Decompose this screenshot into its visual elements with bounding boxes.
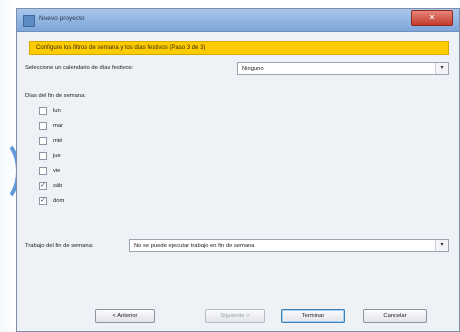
cancel-button[interactable]: Cancelar (363, 309, 427, 323)
step-banner: Configure los filtros de semana y los dí… (29, 41, 449, 55)
weekend-day-checkbox[interactable] (39, 122, 47, 130)
weekend-day-checkbox[interactable]: ✓ (39, 182, 47, 190)
chevron-down-icon: ▾ (435, 240, 448, 251)
title-bar[interactable]: Nuevo proyecto ✕ (17, 9, 459, 32)
weekend-day-label: jue (53, 153, 61, 159)
chevron-down-icon: ▾ (435, 63, 448, 74)
app-icon (23, 15, 35, 27)
weekend-day-checkbox[interactable] (39, 167, 47, 175)
finish-button[interactable]: Terminar (281, 309, 345, 323)
weekend-day-label: sáb (53, 183, 63, 189)
back-button[interactable]: < Anterior (95, 309, 155, 323)
next-button[interactable]: Siguiente > (205, 309, 265, 323)
new-project-dialog: Nuevo proyecto ✕ Configure los filtros d… (16, 8, 460, 332)
weekend-day-label: vie (53, 168, 61, 174)
weekend-day-label: dom (53, 198, 65, 204)
weekend-day-label: lun (53, 108, 61, 114)
weekend-day-label: mar (53, 123, 63, 129)
weekend-work-select[interactable]: No se puede ejecutar trabajo en fin de s… (129, 239, 449, 252)
close-button[interactable]: ✕ (411, 10, 453, 26)
weekend-work-label: Trabajo del fin de semana: (25, 243, 94, 249)
weekend-day-checkbox[interactable] (39, 107, 47, 115)
window-title: Nuevo proyecto (39, 15, 85, 22)
weekend-days-heading: Días del fin de semana: (25, 93, 86, 99)
calendar-label: Seleccione un calendario de días festivo… (25, 65, 134, 71)
weekend-day-checkbox[interactable] (39, 137, 47, 145)
weekend-day-label: mié (53, 138, 63, 144)
weekend-work-value: No se puede ejecutar trabajo en fin de s… (134, 243, 255, 249)
holiday-calendar-select[interactable]: Ninguno ▾ (237, 62, 449, 75)
weekend-day-checkbox[interactable]: ✓ (39, 197, 47, 205)
close-icon: ✕ (428, 13, 436, 22)
weekend-day-checkbox[interactable] (39, 152, 47, 160)
holiday-calendar-value: Ninguno (242, 66, 264, 72)
